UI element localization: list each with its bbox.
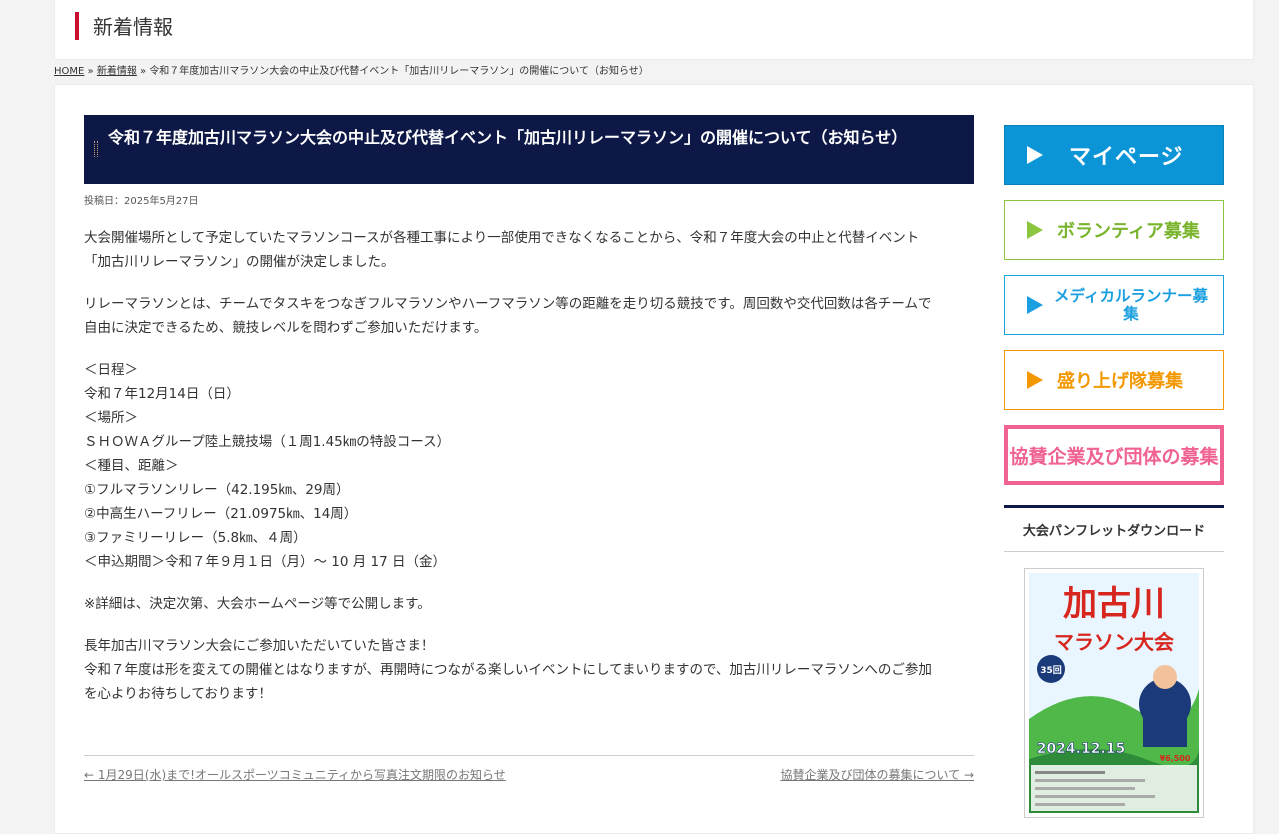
venue-label: ＜場所＞ xyxy=(84,410,138,426)
title-accent-mark xyxy=(94,141,98,157)
text-line: ※詳細は、決定次第、大会ホームページ等で公開します。 xyxy=(84,596,431,612)
text-line: 「加古川リレーマラソン」の開催が決定しました。 xyxy=(84,254,395,270)
application-period: ＜申込期間＞令和７年９月１日（月）～ 10 月 17 日（金） xyxy=(84,554,447,570)
play-triangle-icon xyxy=(1027,221,1043,239)
medical-button-label: メディカルランナー募集 xyxy=(1054,287,1208,323)
text-line: 長年加古川マラソン大会にご参加いただいていた皆さま！ xyxy=(84,638,435,654)
pamphlet-fee: ¥6,500 xyxy=(1160,754,1191,763)
sponsor-button-label: 協賛企業及び団体の募集 xyxy=(1009,445,1219,468)
volunteer-button-label: ボランティア募集 xyxy=(1057,221,1200,242)
mypage-button-label: マイページ xyxy=(1069,145,1184,170)
play-triangle-icon xyxy=(1027,371,1043,389)
pamphlet-thumbnail[interactable]: 加古川 マラソン大会 35回 2024.12.15 ¥6,500 xyxy=(1024,568,1204,818)
text-line: 大会開催場所として予定していたマラソンコースが各種工事により一部使用できなくなる… xyxy=(84,230,920,246)
article-title-banner: 令和７年度加古川マラソン大会の中止及び代替イベント「加古川リレーマラソン」の開催… xyxy=(84,115,974,184)
breadcrumb-home-link[interactable]: HOME xyxy=(54,66,84,77)
prev-post-link[interactable]: ← 1月29日(水)まで!オールスポーツコミュニティから写真注文期限のお知らせ xyxy=(84,766,506,783)
header-accent-bar xyxy=(75,12,79,40)
event-family-relay: ③ファミリーリレー（5.8㎞、４周） xyxy=(84,530,307,546)
paragraph-relay-description: リレーマラソンとは、チームでタスキをつなぎフルマラソンやハーフマラソン等の距離を… xyxy=(84,292,974,340)
post-date: 投稿日：2025年5月27日 xyxy=(84,196,199,207)
page-title: 新着情報 xyxy=(93,15,173,39)
paragraph-event-details: ＜日程＞ 令和７年12月14日（日） ＜場所＞ ＳＨＯＷＡグループ陸上競技場（１… xyxy=(84,358,974,574)
cheer-button-label: 盛り上げ隊募集 xyxy=(1057,371,1183,392)
medical-runner-recruit-button[interactable]: メディカルランナー募集 xyxy=(1004,275,1224,335)
venue-value: ＳＨＯＷＡグループ陸上競技場（１周1.45㎞の特設コース） xyxy=(84,434,451,450)
pamphlet-cover-image: 加古川 マラソン大会 35回 2024.12.15 ¥6,500 xyxy=(1025,569,1203,817)
breadcrumb-current: 令和７年度加古川マラソン大会の中止及び代替イベント「加古川リレーマラソン」の開催… xyxy=(149,66,649,77)
play-triangle-icon xyxy=(1027,296,1043,314)
event-half-relay: ②中高生ハーフリレー（21.0975㎞、14周） xyxy=(84,506,358,522)
pamphlet-download-heading: 大会パンフレットダウンロード xyxy=(1004,505,1224,552)
next-post-link[interactable]: 協賛企業及び団体の募集について → xyxy=(780,766,974,783)
play-triangle-icon xyxy=(1027,146,1043,164)
paragraph-closing: 長年加古川マラソン大会にご参加いただいていた皆さま！ 令和７年度は形を変えての開… xyxy=(84,634,974,706)
events-label: ＜種目、距離＞ xyxy=(84,458,179,474)
paragraph-note: ※詳細は、決定次第、大会ホームページ等で公開します。 xyxy=(84,592,974,616)
event-full-relay: ①フルマラソンリレー（42.195㎞、29周） xyxy=(84,482,350,498)
article-title: 令和７年度加古川マラソン大会の中止及び代替イベント「加古川リレーマラソン」の開催… xyxy=(108,128,908,147)
breadcrumb-separator: » xyxy=(136,66,150,77)
pamphlet-title-line2: マラソン大会 xyxy=(1054,630,1174,654)
schedule-label: ＜日程＞ xyxy=(84,362,138,378)
section-header: 新着情報 xyxy=(54,0,1254,60)
schedule-date: 令和７年12月14日（日） xyxy=(84,386,240,402)
volunteer-recruit-button[interactable]: ボランティア募集 xyxy=(1004,200,1224,260)
sponsor-recruit-button[interactable]: 協賛企業及び団体の募集 xyxy=(1004,425,1224,485)
mypage-button[interactable]: マイページ xyxy=(1004,125,1224,185)
text-line: を心よりお待ちしております！ xyxy=(84,686,272,702)
text-line: リレーマラソンとは、チームでタスキをつなぎフルマラソンやハーフマラソン等の距離を… xyxy=(84,296,932,312)
breadcrumb-separator: » xyxy=(84,66,97,77)
pamphlet-date: 2024.12.15 xyxy=(1037,741,1126,757)
pamphlet-anniversary: 35回 xyxy=(1040,665,1062,676)
post-nav-divider xyxy=(84,755,974,756)
cheer-team-recruit-button[interactable]: 盛り上げ隊募集 xyxy=(1004,350,1224,410)
pamphlet-title-line1: 加古川 xyxy=(1063,584,1165,624)
breadcrumb: HOME » 新着情報 » 令和７年度加古川マラソン大会の中止及び代替イベント「… xyxy=(54,65,649,79)
article-body: 大会開催場所として予定していたマラソンコースが各種工事により一部使用できなくなる… xyxy=(84,226,974,724)
breadcrumb-news-link[interactable]: 新着情報 xyxy=(97,66,137,77)
text-line: 自由に決定できるため、競技レベルを問わずご参加いただけます。 xyxy=(84,320,488,336)
paragraph-intro: 大会開催場所として予定していたマラソンコースが各種工事により一部使用できなくなる… xyxy=(84,226,974,274)
text-line: 令和７年度は形を変えての開催とはなりますが、再開時につながる楽しいイベントにして… xyxy=(84,662,932,678)
